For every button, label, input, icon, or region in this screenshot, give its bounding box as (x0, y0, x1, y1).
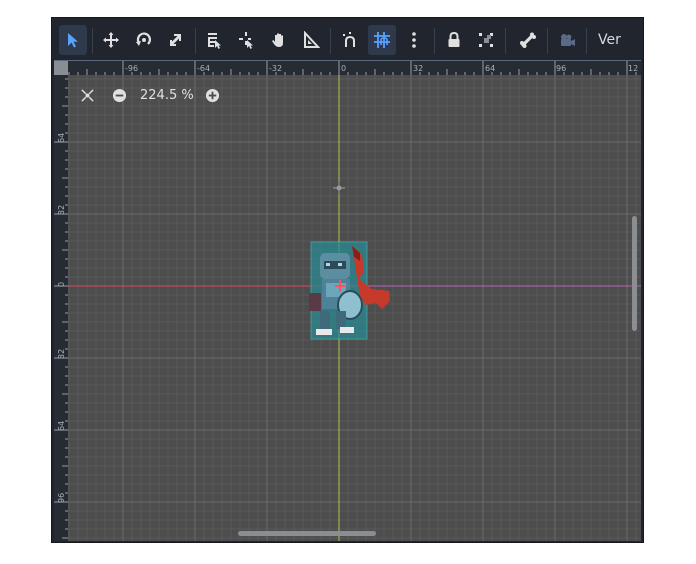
hand-icon (272, 33, 283, 47)
top-ruler-label: -64 (197, 64, 210, 73)
pivot-mode-button[interactable] (233, 25, 261, 55)
list-select-button[interactable] (200, 25, 228, 55)
canvas-grid[interactable]: -96 -64 -32 0 32 64 96 12 64 32 0 32 64 … (54, 61, 641, 541)
editor-2d-panel: Ver -96 -64 -32 0 32 64 96 12 64 32 0 32… (51, 17, 644, 543)
canvas-viewport[interactable]: -96 -64 -32 0 32 64 96 12 64 32 0 32 64 … (54, 60, 641, 541)
vertical-dots-icon (412, 32, 416, 48)
toolbar-separator (586, 28, 587, 54)
toolbar-separator (547, 28, 548, 54)
pivot-icon (239, 32, 253, 49)
zoom-controls: 224.5 % (78, 85, 222, 105)
scale-mode-button[interactable] (162, 25, 190, 55)
vertical-scrollbar[interactable] (632, 216, 637, 331)
toolbar-separator (505, 28, 506, 54)
skeleton-button[interactable] (514, 25, 542, 55)
toolbar-separator (195, 28, 196, 54)
group-icon (479, 33, 493, 47)
rotate-icon (136, 32, 151, 46)
left-ruler-label: 64 (57, 133, 66, 143)
horizontal-scrollbar[interactable] (238, 531, 376, 536)
grid-snap-button[interactable] (368, 25, 396, 55)
left-ruler-label: 96 (57, 493, 66, 503)
rotate-mode-button[interactable] (130, 25, 158, 55)
lock-icon (448, 31, 460, 47)
left-ruler-label: 64 (57, 421, 66, 431)
move-mode-button[interactable] (97, 25, 125, 55)
toolbar-separator (434, 28, 435, 54)
top-ruler-label: -96 (125, 64, 138, 73)
lock-button[interactable] (440, 25, 468, 55)
zoom-reset-button[interactable] (78, 86, 96, 104)
zoom-level-text: 224.5 % (140, 87, 194, 103)
scene-origin-marker (333, 182, 345, 194)
toolbar-separator (92, 28, 93, 54)
magnet-snap-icon (343, 32, 355, 47)
left-ruler-label: 0 (57, 282, 66, 287)
zoom-in-button[interactable] (204, 86, 222, 104)
bone-icon (520, 32, 536, 48)
top-ruler-label: 0 (341, 64, 346, 73)
top-ruler-label: 96 (556, 64, 566, 73)
toolbar-separator (330, 28, 331, 54)
ruler-mode-button[interactable] (297, 25, 325, 55)
grid-snap-icon (374, 32, 390, 48)
camera-icon (561, 34, 575, 46)
zoom-out-button[interactable] (110, 86, 128, 104)
scale-icon (170, 34, 181, 46)
zoom-out-icon (112, 88, 126, 102)
ruler-icon (304, 31, 320, 48)
snap-options-button[interactable] (400, 25, 428, 55)
pan-mode-button[interactable] (265, 25, 293, 55)
select-mode-button[interactable] (59, 25, 87, 55)
list-select-icon (208, 33, 221, 49)
zoom-reset-icon (80, 88, 94, 102)
zoom-in-icon (206, 88, 220, 102)
editor-toolbar: Ver (54, 20, 641, 61)
knight-sprite[interactable] (309, 241, 390, 340)
ruler-corner (54, 61, 68, 75)
left-ruler-label: 32 (57, 205, 66, 215)
top-ruler-label: 64 (485, 64, 495, 73)
top-ruler-label: 32 (413, 64, 423, 73)
top-ruler-label: 12 (628, 64, 638, 73)
left-ruler-label: 32 (57, 349, 66, 359)
smart-snap-button[interactable] (336, 25, 364, 55)
camera-button[interactable] (553, 25, 581, 55)
top-ruler-label: -32 (269, 64, 282, 73)
move-arrows-icon (103, 32, 119, 48)
group-button[interactable] (472, 25, 500, 55)
arrow-pointer-icon (68, 33, 78, 48)
view-menu-button[interactable]: Ver (590, 25, 630, 55)
